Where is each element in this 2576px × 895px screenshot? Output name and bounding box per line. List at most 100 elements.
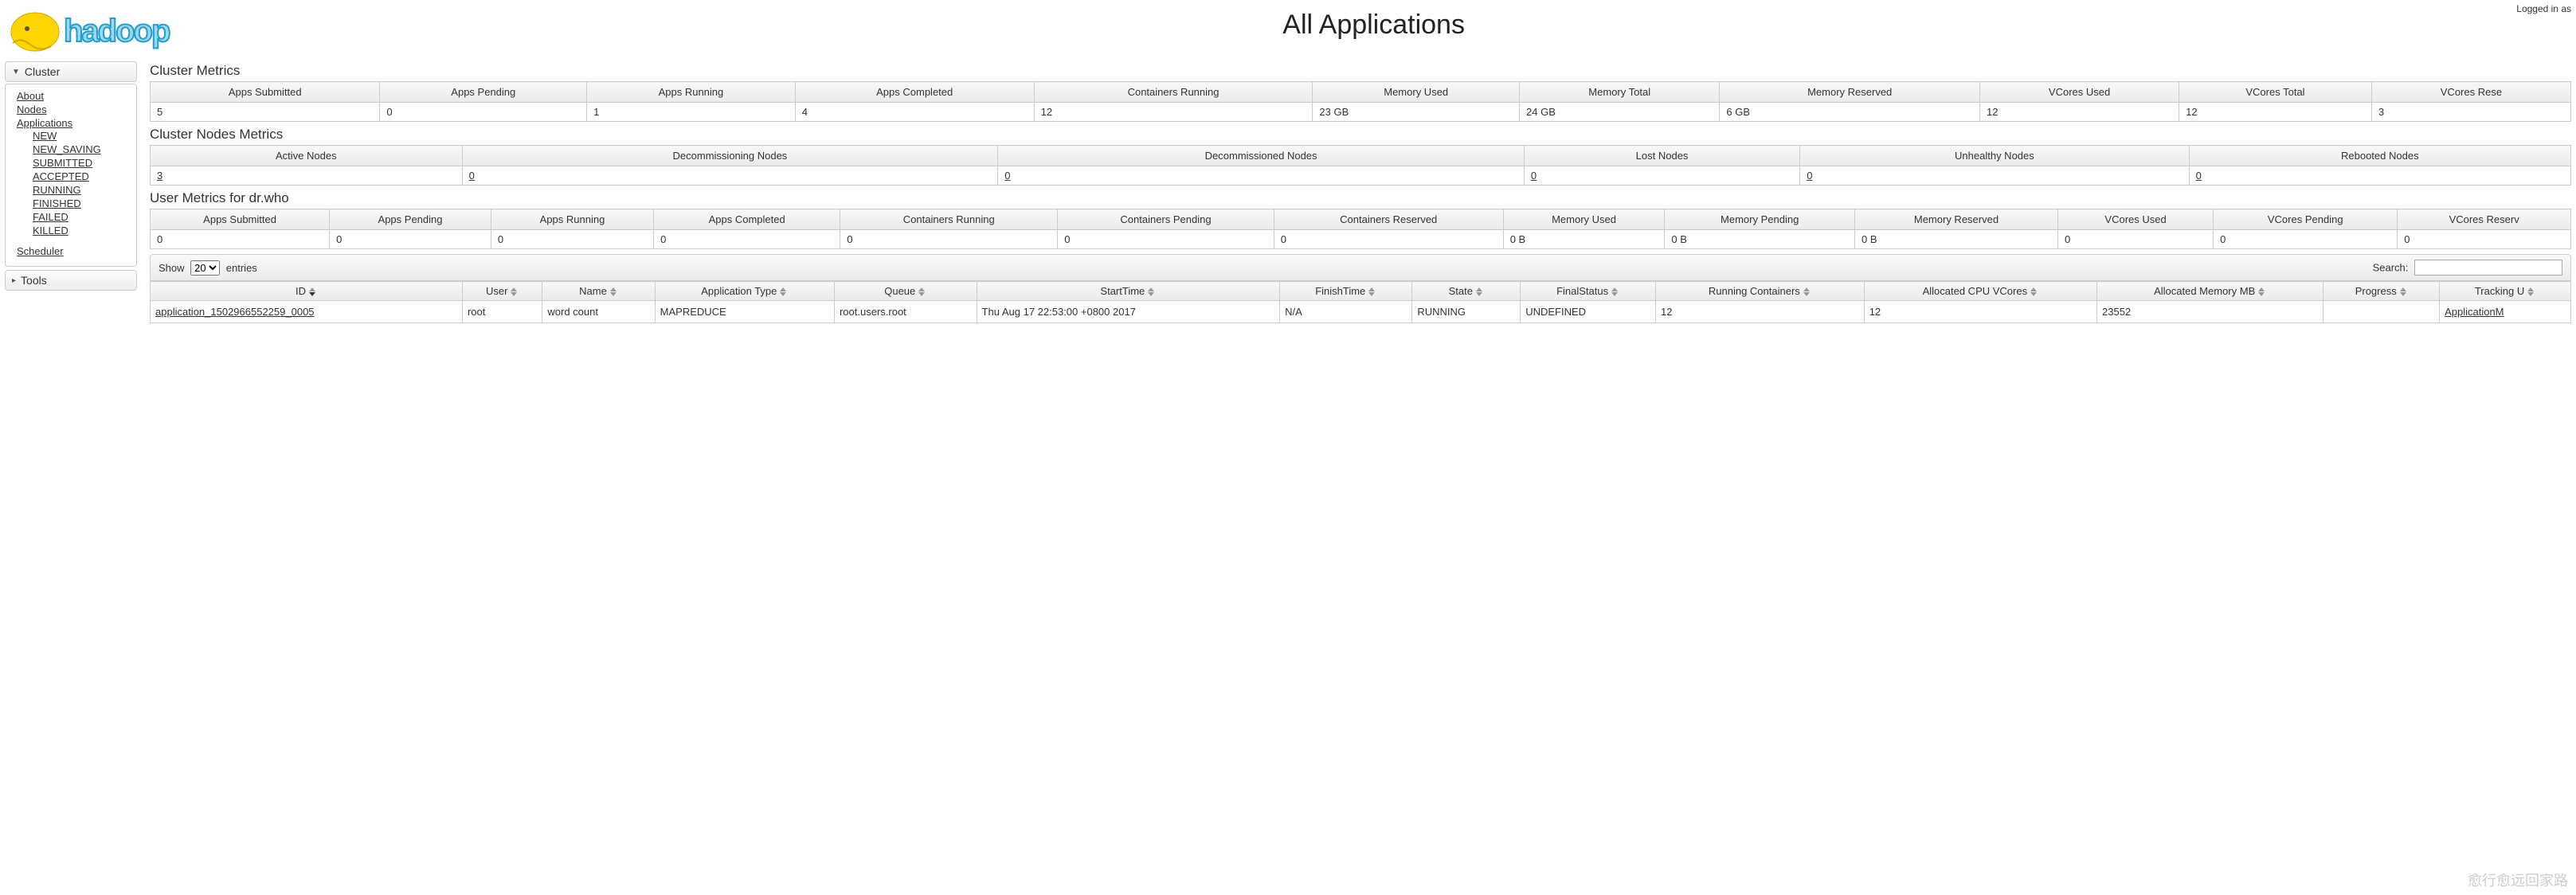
nav-app-new[interactable]: NEW	[33, 130, 57, 142]
search-input[interactable]	[2414, 260, 2562, 276]
watermark-text: 愈行愈远回家路	[2468, 870, 2568, 890]
metrics-cell: 0	[1800, 166, 2189, 186]
apps-header[interactable]: Name	[542, 282, 655, 301]
sidebar-cluster-header[interactable]: ▼ Cluster	[5, 61, 137, 82]
apps-header[interactable]: FinalStatus	[1521, 282, 1656, 301]
sidebar-tools-header[interactable]: ▸ Tools	[5, 270, 137, 291]
nav-scheduler[interactable]: Scheduler	[17, 245, 64, 257]
metrics-header: Containers Running	[1034, 82, 1313, 103]
nav-app-running[interactable]: RUNNING	[33, 184, 81, 196]
metrics-cell: 0	[491, 230, 653, 249]
apps-header[interactable]: Queue	[834, 282, 977, 301]
metrics-link[interactable]: 0	[1807, 170, 1812, 182]
metrics-cell: 0	[998, 166, 1525, 186]
app-start: Thu Aug 17 22:53:00 +0800 2017	[977, 301, 1280, 323]
metrics-link[interactable]: 0	[469, 170, 475, 182]
app-finish: N/A	[1280, 301, 1412, 323]
apps-header[interactable]: Allocated CPU VCores	[1864, 282, 2096, 301]
nav-app-killed[interactable]: KILLED	[33, 225, 69, 236]
metrics-cell: 0	[330, 230, 491, 249]
metrics-header: Unhealthy Nodes	[1800, 146, 2189, 166]
metrics-header: Apps Pending	[380, 82, 587, 103]
metrics-cell: 3	[151, 166, 463, 186]
metrics-header: Apps Completed	[654, 209, 840, 230]
cluster-metrics-title: Cluster Metrics	[150, 63, 2571, 79]
metrics-link[interactable]: 0	[1531, 170, 1537, 182]
app-tracking-link[interactable]: ApplicationM	[2445, 306, 2504, 318]
metrics-header: Active Nodes	[151, 146, 463, 166]
show-entries-select[interactable]: 20	[190, 260, 220, 276]
nav-about[interactable]: About	[17, 90, 44, 102]
metrics-cell: 0	[1274, 230, 1503, 249]
metrics-cell: 0	[380, 103, 587, 122]
metrics-header: Decommissioning Nodes	[462, 146, 998, 166]
page-title: All Applications	[236, 10, 2511, 41]
metrics-cell: 0 B	[1503, 230, 1665, 249]
metrics-header: Apps Submitted	[151, 209, 330, 230]
metrics-header: Decommissioned Nodes	[998, 146, 1525, 166]
chevron-down-icon: ▼	[12, 68, 20, 76]
apps-header[interactable]: FinishTime	[1280, 282, 1412, 301]
nodes-metrics-table: Active NodesDecommissioning NodesDecommi…	[150, 145, 2571, 186]
nav-app-finished[interactable]: FINISHED	[33, 197, 81, 209]
apps-header[interactable]: State	[1412, 282, 1521, 301]
metrics-cell: 12	[1034, 103, 1313, 122]
nav-app-submitted[interactable]: SUBMITTED	[33, 157, 92, 169]
metrics-header: VCores Used	[2057, 209, 2213, 230]
metrics-cell: 0	[462, 166, 998, 186]
show-entries-suffix: entries	[226, 262, 257, 274]
metrics-header: VCores Used	[1980, 82, 2179, 103]
metrics-link[interactable]: 0	[2196, 170, 2202, 182]
metrics-cell: 0	[2057, 230, 2213, 249]
nav-applications[interactable]: Applications	[17, 117, 72, 129]
metrics-header: VCores Total	[2179, 82, 2372, 103]
app-progress	[2323, 301, 2440, 323]
apps-header[interactable]: Allocated Memory MB	[2097, 282, 2323, 301]
metrics-header: VCores Rese	[2371, 82, 2570, 103]
metrics-header: Containers Reserved	[1274, 209, 1503, 230]
show-entries-prefix: Show	[159, 262, 185, 274]
app-type: MAPREDUCE	[655, 301, 834, 323]
apps-header[interactable]: Application Type	[655, 282, 834, 301]
metrics-cell: 0 B	[1854, 230, 2057, 249]
app-name: word count	[542, 301, 655, 323]
metrics-cell: 0 B	[1665, 230, 1855, 249]
app-vcores: 12	[1864, 301, 2096, 323]
metrics-cell: 0	[840, 230, 1058, 249]
user-metrics-table: Apps SubmittedApps PendingApps RunningAp…	[150, 209, 2571, 249]
table-row: application_1502966552259_0005rootword c…	[151, 301, 2571, 323]
metrics-header: Apps Submitted	[151, 82, 380, 103]
metrics-cell: 0	[2398, 230, 2571, 249]
app-containers: 12	[1655, 301, 1864, 323]
app-queue: root.users.root	[834, 301, 977, 323]
metrics-link[interactable]: 0	[1004, 170, 1010, 182]
app-id-link[interactable]: application_1502966552259_0005	[155, 306, 315, 318]
metrics-cell: 4	[795, 103, 1034, 122]
metrics-cell: 5	[151, 103, 380, 122]
nav-nodes[interactable]: Nodes	[17, 104, 47, 115]
chevron-right-icon: ▸	[12, 276, 16, 285]
metrics-cell: 0	[151, 230, 330, 249]
apps-header[interactable]: User	[462, 282, 542, 301]
apps-header[interactable]: Running Containers	[1655, 282, 1864, 301]
apps-header[interactable]: ID	[151, 282, 463, 301]
apps-header[interactable]: Tracking U	[2440, 282, 2571, 301]
applications-table: IDUserNameApplication TypeQueueStartTime…	[150, 281, 2571, 323]
metrics-header: VCores Pending	[2214, 209, 2398, 230]
nav-app-new-saving[interactable]: NEW_SAVING	[33, 143, 101, 155]
metrics-cell: 0	[654, 230, 840, 249]
user-metrics-title: User Metrics for dr.who	[150, 190, 2571, 206]
apps-header[interactable]: Progress	[2323, 282, 2440, 301]
metrics-link[interactable]: 3	[157, 170, 162, 182]
apps-header[interactable]: StartTime	[977, 282, 1280, 301]
sidebar-cluster-label: Cluster	[25, 65, 60, 78]
metrics-cell: 12	[2179, 103, 2372, 122]
login-status: Logged in as	[2511, 0, 2576, 18]
sidebar-cluster-body: About Nodes Applications NEW NEW_SAVING …	[5, 84, 137, 267]
nav-app-failed[interactable]: FAILED	[33, 211, 69, 223]
metrics-header: Memory Total	[1520, 82, 1720, 103]
search-label: Search:	[2373, 262, 2409, 274]
metrics-header: Containers Running	[840, 209, 1058, 230]
app-memory: 23552	[2097, 301, 2323, 323]
nav-app-accepted[interactable]: ACCEPTED	[33, 170, 89, 182]
